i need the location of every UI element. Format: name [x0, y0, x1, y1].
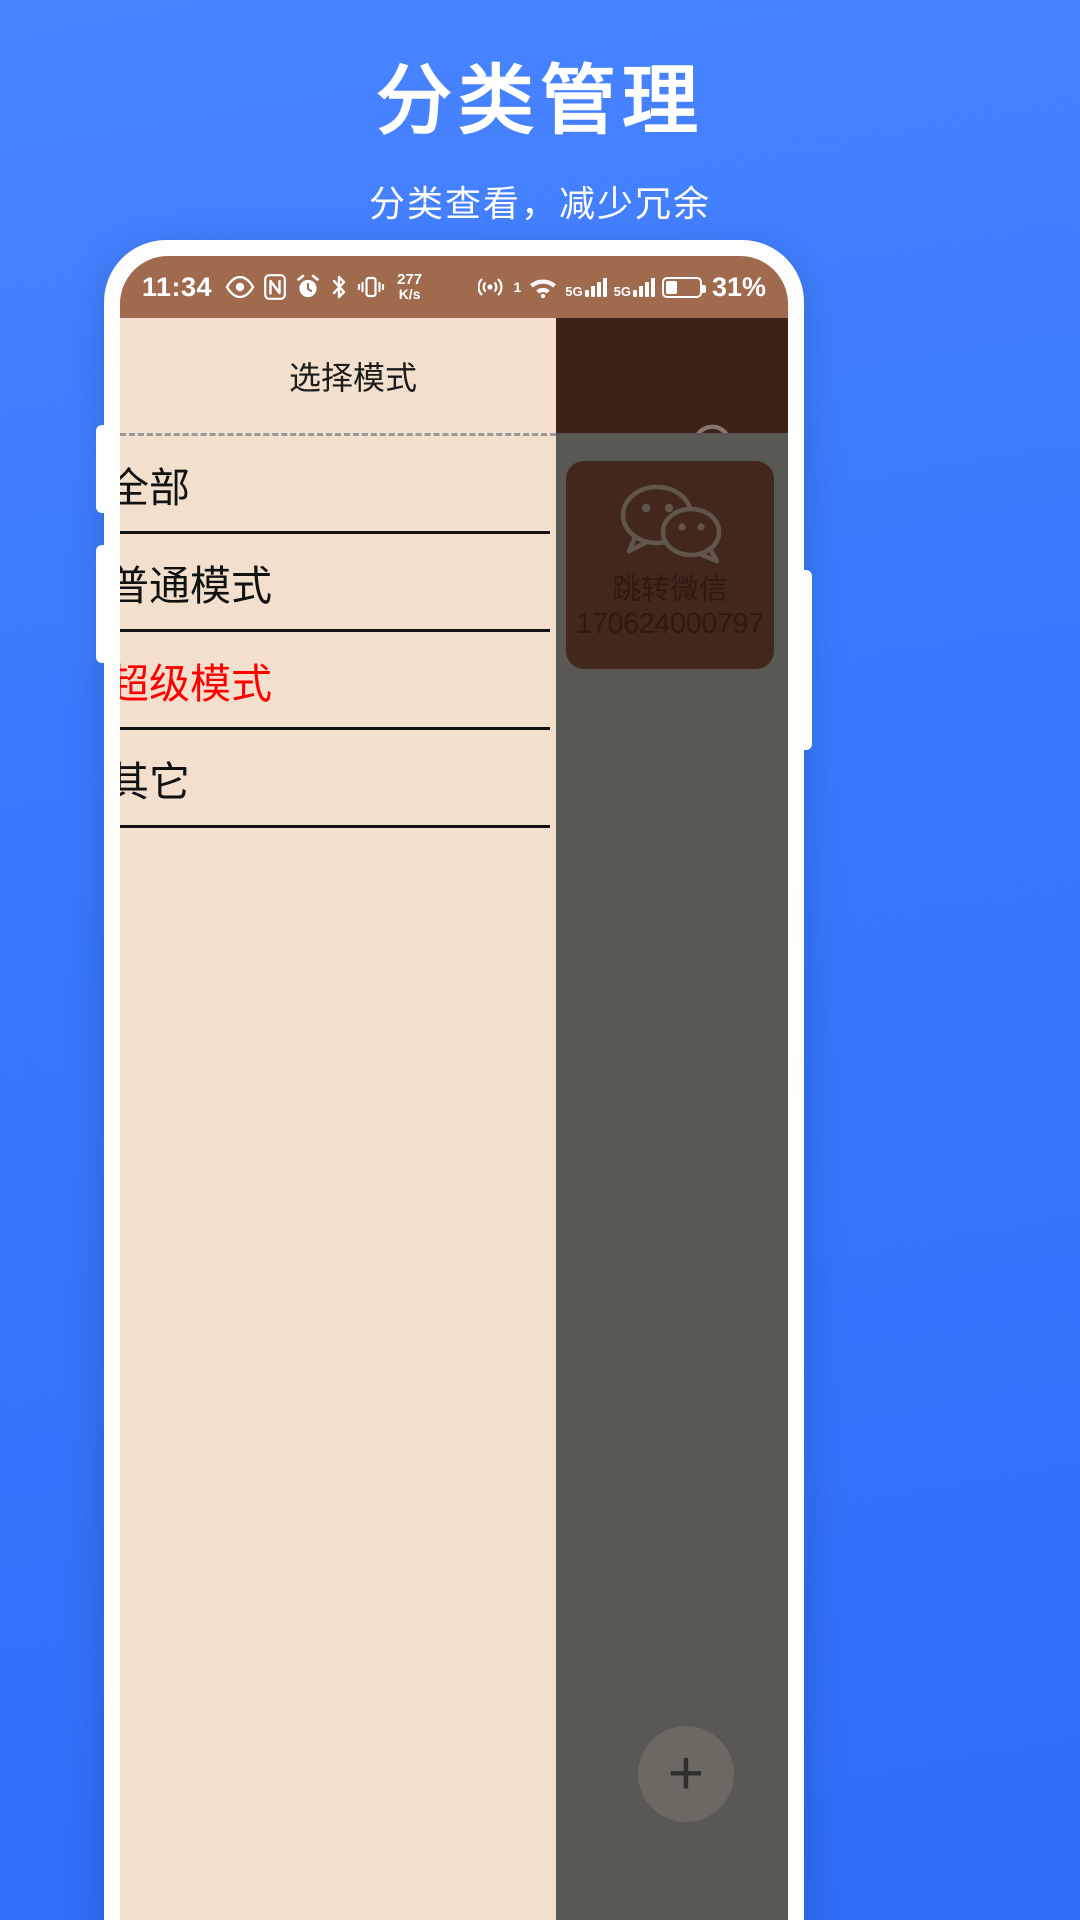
drawer-title: 选择模式 [288, 359, 417, 396]
hotspot-count: 1 [513, 279, 522, 295]
drawer-item-other[interactable]: 其它 [120, 730, 550, 828]
status-bar: 11:34 277 K/s 1 5G 5G 31% [120, 256, 788, 318]
card-subtitle: 170624000797 [576, 608, 764, 641]
status-bar-right: 1 5G 5G 31% [478, 272, 766, 303]
drawer-item-super-mode[interactable]: 超级模式 [120, 632, 550, 730]
drawer-item-label: 超级模式 [120, 660, 272, 707]
signal-icon: 5G [565, 277, 607, 299]
battery-percent: 31% [711, 271, 766, 302]
sim1-network-label: 5G [565, 284, 583, 299]
plus-icon: + [667, 1739, 705, 1808]
drawer-item-all[interactable]: 全部 [120, 436, 550, 534]
vibrate-icon [357, 274, 385, 300]
status-bar-left: 11:34 277 K/s [142, 272, 422, 303]
page-title: 分类管理 [376, 59, 704, 144]
wechat-icon [605, 475, 735, 571]
drawer-item-normal-mode[interactable]: 普通模式 [120, 534, 550, 632]
battery-icon [661, 276, 706, 298]
alarm-icon [295, 274, 321, 300]
mode-drawer: 选择模式 全部 普通模式 超级模式 其它 [120, 318, 556, 1920]
hotspot-icon [478, 275, 506, 299]
signal-icon: 5G [613, 277, 655, 299]
drawer-item-label: 其它 [120, 758, 190, 805]
sim2-network-label: 5G [613, 284, 631, 299]
drawer-item-label: 普通模式 [120, 562, 272, 609]
page-subtitle: 分类查看，减少冗余 [368, 183, 711, 224]
drawer-item-label: 全部 [120, 464, 190, 511]
volume-down-button[interactable] [96, 545, 108, 663]
phone-mockup: 跳转微信 170624000797 + 选择模式 全部 普通模式 超级模式 其它… [104, 240, 804, 1920]
status-time: 11:34 [142, 271, 213, 302]
volume-up-button[interactable] [96, 425, 108, 513]
network-speed: 277 K/s [397, 272, 422, 302]
phone-screen: 跳转微信 170624000797 + 选择模式 全部 普通模式 超级模式 其它… [120, 256, 788, 1920]
card-title: 跳转微信 [611, 574, 728, 606]
app-shortcut-card[interactable]: 跳转微信 170624000797 [566, 461, 774, 669]
nfc-icon [264, 274, 286, 300]
eye-icon [225, 276, 255, 298]
add-button[interactable]: + [638, 1726, 734, 1822]
bluetooth-icon [330, 274, 348, 300]
wifi-icon [528, 275, 558, 299]
network-speed-unit: K/s [398, 286, 421, 302]
power-button[interactable] [800, 570, 812, 750]
